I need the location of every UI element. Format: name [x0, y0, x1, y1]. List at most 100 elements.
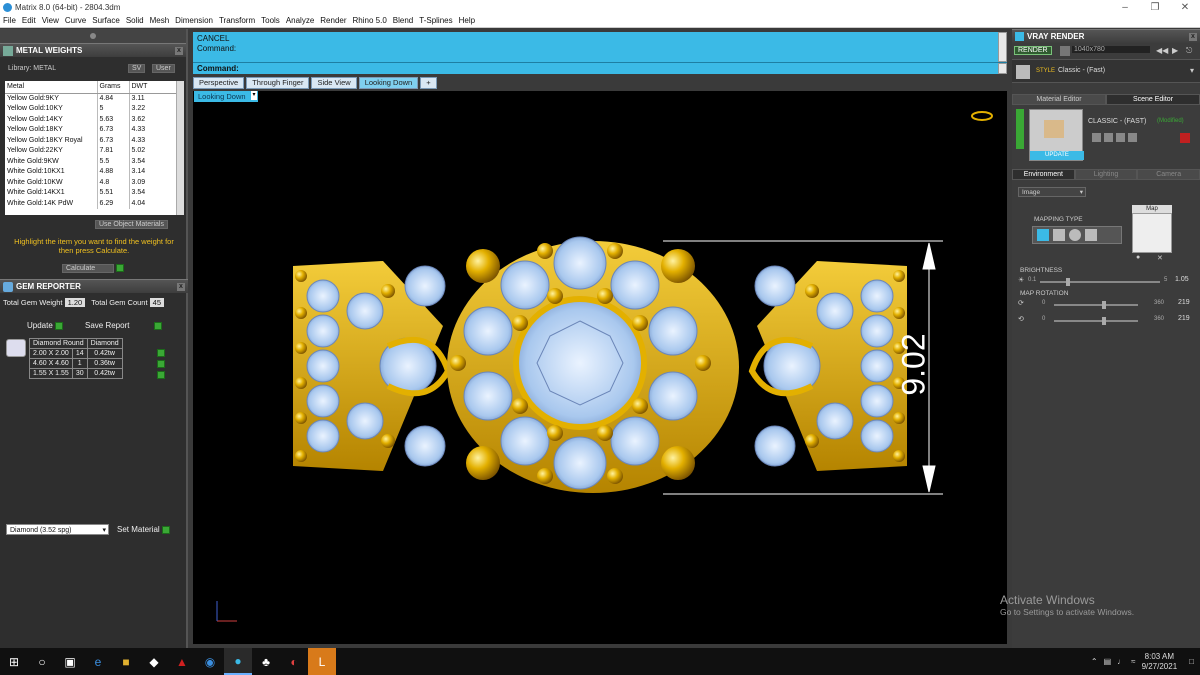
tab-perspective[interactable]: Perspective: [193, 77, 245, 89]
menu-blend[interactable]: Blend: [390, 16, 416, 25]
render-prev-icon[interactable]: ◀◀: [1156, 46, 1168, 55]
menu-transform[interactable]: Transform: [216, 16, 258, 25]
gem-row-select-icon[interactable]: [157, 349, 165, 357]
close-icon[interactable]: x: [177, 282, 185, 291]
calculate-button[interactable]: Calculate: [62, 264, 114, 273]
table-row[interactable]: White Gold:10KX1 4.88 3.14: [5, 166, 177, 177]
save-icon[interactable]: [1092, 133, 1101, 142]
table-row[interactable]: Yellow Gold:18KY 6.73 4.33: [5, 124, 177, 135]
menu-analyze[interactable]: Analyze: [283, 16, 317, 25]
column-header-grams[interactable]: Grams: [97, 81, 130, 94]
save-report-button[interactable]: Save Report: [85, 321, 129, 330]
network-icon[interactable]: ▤: [1104, 657, 1112, 666]
rotation1-value[interactable]: 219: [1178, 299, 1190, 306]
scene-side-tab[interactable]: [1016, 109, 1024, 149]
command-line[interactable]: Command:: [193, 62, 1007, 74]
column-header-metal[interactable]: Metal: [5, 81, 98, 94]
tab-material-editor[interactable]: Material Editor: [1012, 94, 1106, 105]
maximize-button[interactable]: ❐: [1140, 2, 1170, 13]
menu-file[interactable]: File: [0, 16, 19, 25]
gem-row-select-icon[interactable]: [157, 371, 165, 379]
edge-icon[interactable]: e: [84, 648, 112, 675]
save-report-go-icon[interactable]: [153, 321, 162, 330]
volume-icon[interactable]: ♩: [1117, 657, 1125, 666]
material-select[interactable]: Diamond (3.52 spg) ▾: [6, 524, 109, 535]
brightness-slider[interactable]: [1040, 281, 1160, 283]
menu-help[interactable]: Help: [456, 16, 478, 25]
metal-table-container[interactable]: Metal Grams DWT Yellow Gold:9KY 4.84 3.11 …: [5, 81, 184, 215]
mapping-dome-icon[interactable]: [1085, 229, 1097, 241]
close-button[interactable]: ✕: [1170, 2, 1200, 13]
chevron-down-icon[interactable]: ▾: [1190, 66, 1194, 75]
close-icon[interactable]: x: [1189, 32, 1197, 41]
mapping-flat-icon[interactable]: [1037, 229, 1049, 241]
tab-through-finger[interactable]: Through Finger: [246, 77, 310, 89]
table-row[interactable]: White Gold:14KX1 5.51 3.54: [5, 187, 177, 198]
command-scrollbar[interactable]: [998, 32, 1007, 62]
rotation1-slider[interactable]: [1054, 304, 1138, 306]
clock[interactable]: 8:03 AM 9/27/2021: [1142, 652, 1178, 672]
viewport[interactable]: 9.02: [193, 91, 1007, 644]
copy-icon[interactable]: [1104, 133, 1113, 142]
tab-side-view[interactable]: Side View: [311, 77, 357, 89]
table-row[interactable]: Yellow Gold:22KY 7.81 5.02: [5, 145, 177, 156]
rotation2-slider-knob[interactable]: [1102, 317, 1106, 325]
drag-handle-icon[interactable]: [90, 33, 96, 39]
map-clear-icon[interactable]: ✕: [1157, 254, 1163, 262]
app-icon-1[interactable]: ◆: [140, 648, 168, 675]
tab-camera[interactable]: Camera: [1137, 169, 1200, 180]
use-object-materials-button[interactable]: Use Object Materials: [95, 220, 168, 229]
chevron-up-icon[interactable]: ⌃: [1091, 657, 1098, 666]
menu-tsplines[interactable]: T-Splines: [416, 16, 455, 25]
sv-button[interactable]: SV: [128, 64, 146, 73]
rotation1-slider-knob[interactable]: [1102, 301, 1106, 309]
folder-icon[interactable]: [1128, 133, 1137, 142]
user-button[interactable]: User: [152, 64, 175, 73]
rhino-icon[interactable]: ♣: [252, 648, 280, 675]
add-tab-button[interactable]: +: [420, 77, 437, 89]
file-explorer-icon[interactable]: ■: [112, 648, 140, 675]
tab-lighting[interactable]: Lighting: [1074, 169, 1138, 180]
table-row[interactable]: Yellow Gold:14KY 5.63 3.62: [5, 114, 177, 125]
tab-scene-editor[interactable]: Scene Editor: [1106, 94, 1200, 105]
table-row[interactable]: Yellow Gold:18KY Royal 6.73 4.33: [5, 135, 177, 146]
app-icon-3[interactable]: L: [308, 648, 336, 675]
pin-icon[interactable]: ⎋: [1186, 46, 1192, 56]
table-row[interactable]: White Gold:14K PdW 6.29 4.04: [5, 198, 177, 209]
view-label[interactable]: Looking Down ▾: [194, 91, 258, 102]
render-next-icon[interactable]: ▶: [1172, 46, 1178, 55]
update-go-icon[interactable]: [55, 321, 64, 330]
mapping-cube-icon[interactable]: [1053, 229, 1065, 241]
gem-row-select-icon[interactable]: [157, 360, 165, 368]
rotation2-slider[interactable]: [1054, 320, 1138, 322]
map-thumbnail[interactable]: [1132, 213, 1172, 253]
menu-rhino[interactable]: Rhino 5.0: [350, 16, 390, 25]
close-icon[interactable]: x: [175, 46, 183, 55]
task-view-icon[interactable]: ▣: [56, 648, 84, 675]
windows-start-icon[interactable]: ⊞: [0, 648, 28, 675]
set-material-button[interactable]: Set Material: [117, 525, 160, 534]
panel-drag-strip[interactable]: [0, 29, 186, 43]
menu-curve[interactable]: Curve: [62, 16, 89, 25]
mapping-sphere-icon[interactable]: [1069, 229, 1081, 241]
render-button[interactable]: RENDER: [1014, 46, 1052, 55]
style-value[interactable]: Classic - (Fast): [1058, 67, 1105, 74]
menu-surface[interactable]: Surface: [89, 16, 123, 25]
menu-render[interactable]: Render: [317, 16, 349, 25]
zoom-icon[interactable]: ◉: [196, 648, 224, 675]
resolution-field[interactable]: 1040x780: [1072, 46, 1150, 53]
rotation2-value[interactable]: 219: [1178, 315, 1190, 322]
calculate-go-icon[interactable]: [116, 263, 125, 272]
menu-mesh[interactable]: Mesh: [147, 16, 173, 25]
notification-icon[interactable]: □: [1189, 657, 1194, 666]
matrix-app-icon[interactable]: ●: [224, 648, 252, 675]
menu-view[interactable]: View: [39, 16, 62, 25]
command-line-scroll[interactable]: [998, 63, 1007, 74]
set-material-go-icon[interactable]: [161, 525, 170, 534]
load-icon[interactable]: [1116, 133, 1125, 142]
metal-table[interactable]: Metal Grams DWT Yellow Gold:9KY 4.84 3.11 …: [5, 81, 177, 209]
metal-table-scrollbar[interactable]: [176, 81, 184, 215]
brightness-slider-knob[interactable]: [1066, 278, 1070, 286]
update-preview-button[interactable]: UPDATE: [1030, 151, 1084, 160]
chrome-icon[interactable]: ◐: [280, 648, 308, 675]
